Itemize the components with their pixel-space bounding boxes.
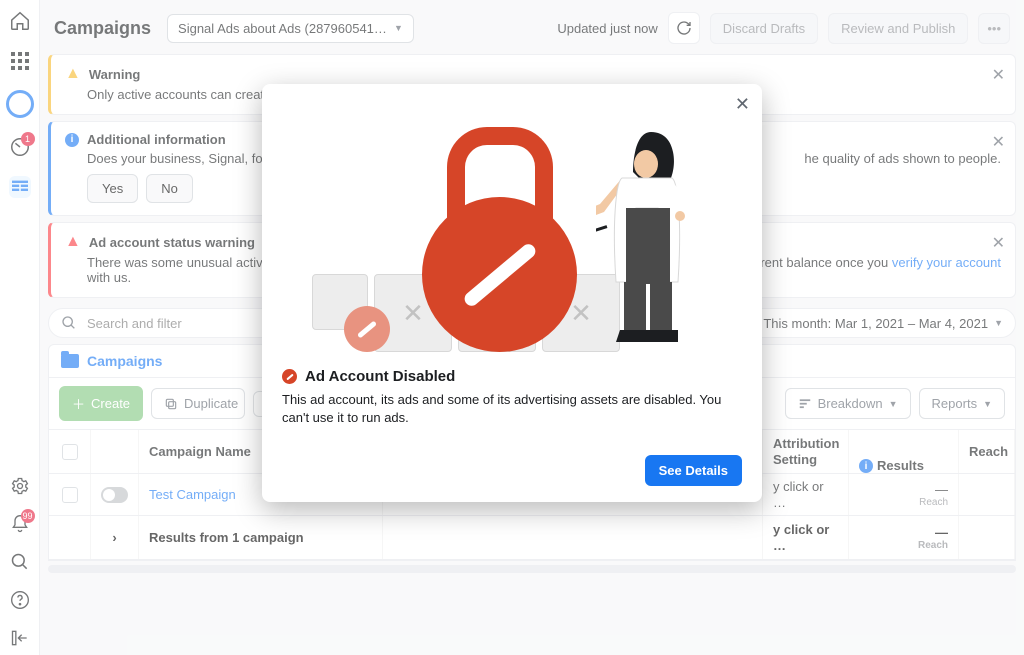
person-illustration xyxy=(596,122,706,352)
modal-overlay: ✕ ✕ ✕ ✕ xyxy=(0,0,1024,655)
modal-body: This ad account, its ads and some of its… xyxy=(282,391,742,427)
lock-icon xyxy=(344,306,390,352)
modal-illustration: ✕ ✕ ✕ xyxy=(282,102,742,352)
lock-icon xyxy=(422,197,577,352)
see-details-button[interactable]: See Details xyxy=(645,455,742,486)
lock-icon xyxy=(282,369,297,384)
modal-title: Ad Account Disabled xyxy=(305,368,455,385)
disabled-modal: ✕ ✕ ✕ ✕ xyxy=(262,84,762,502)
